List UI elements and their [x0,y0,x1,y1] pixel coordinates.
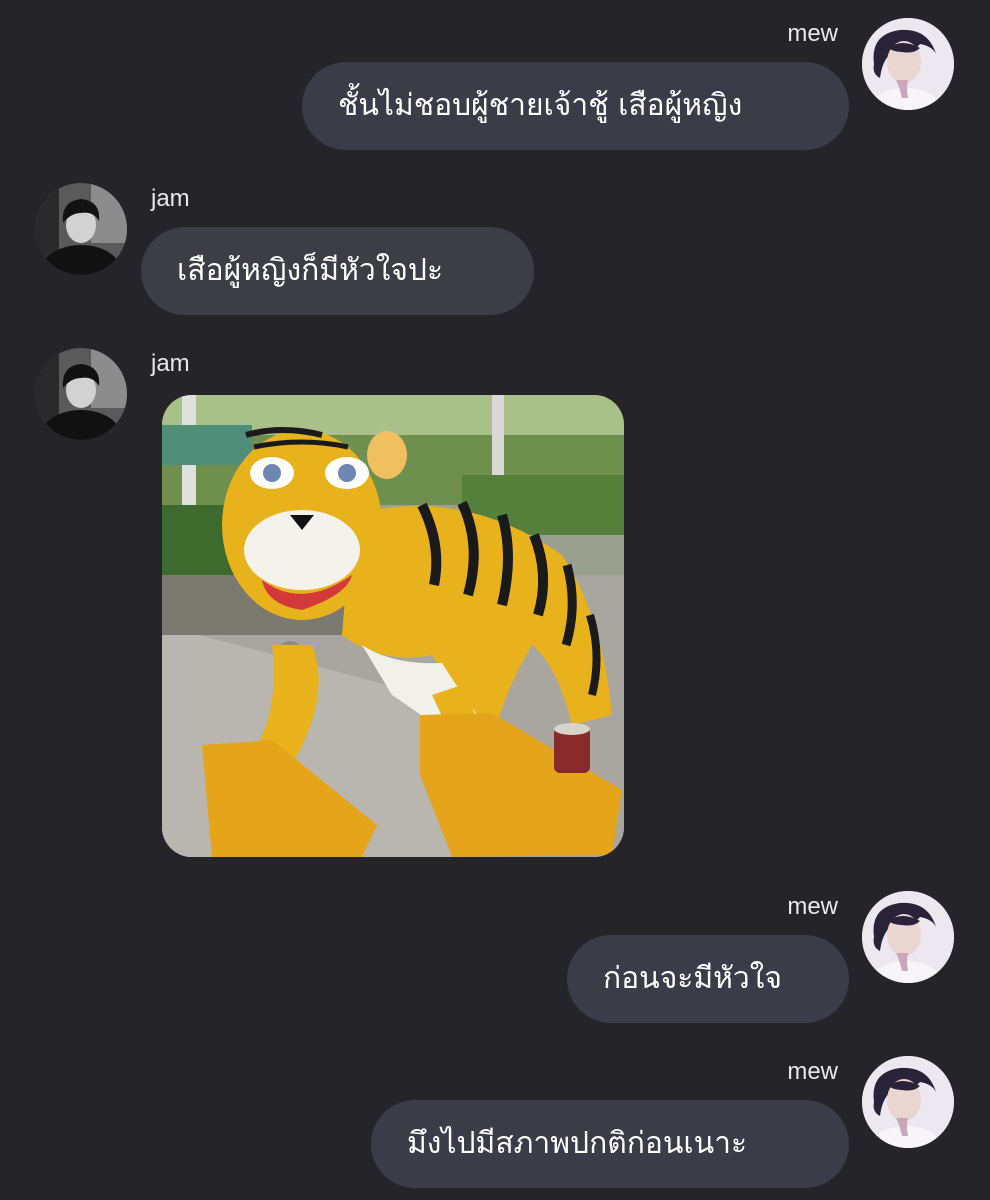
message-bubble[interactable]: เสือผู้หญิงก็มีหัวใจปะ [141,227,534,315]
mew-avatar[interactable] [862,891,954,983]
message-bubble[interactable]: มึงไปมีสภาพปกติก่อนเนาะ [371,1100,849,1188]
profile-photo-icon [862,1056,954,1148]
profile-photo-icon [35,348,127,440]
message-bubble[interactable]: ชั้นไม่ชอบผู้ชายเจ้าชู้ เสือผู้หญิง [302,62,849,150]
sender-name: mew [787,1058,838,1085]
mew-avatar[interactable] [862,1056,954,1148]
profile-photo-icon [35,183,127,275]
sender-name: jam [151,185,190,212]
profile-photo-icon [862,18,954,110]
sender-name: mew [787,893,838,920]
tiger-statue-image [162,395,624,857]
sender-name: jam [151,350,190,377]
jam-avatar[interactable] [35,183,127,275]
mew-avatar[interactable] [862,18,954,110]
tiger-statue-photo[interactable] [162,395,624,857]
message-bubble[interactable]: ก่อนจะมีหัวใจ [567,935,849,1023]
jam-avatar[interactable] [35,348,127,440]
sender-name: mew [787,20,838,47]
profile-photo-icon [862,891,954,983]
